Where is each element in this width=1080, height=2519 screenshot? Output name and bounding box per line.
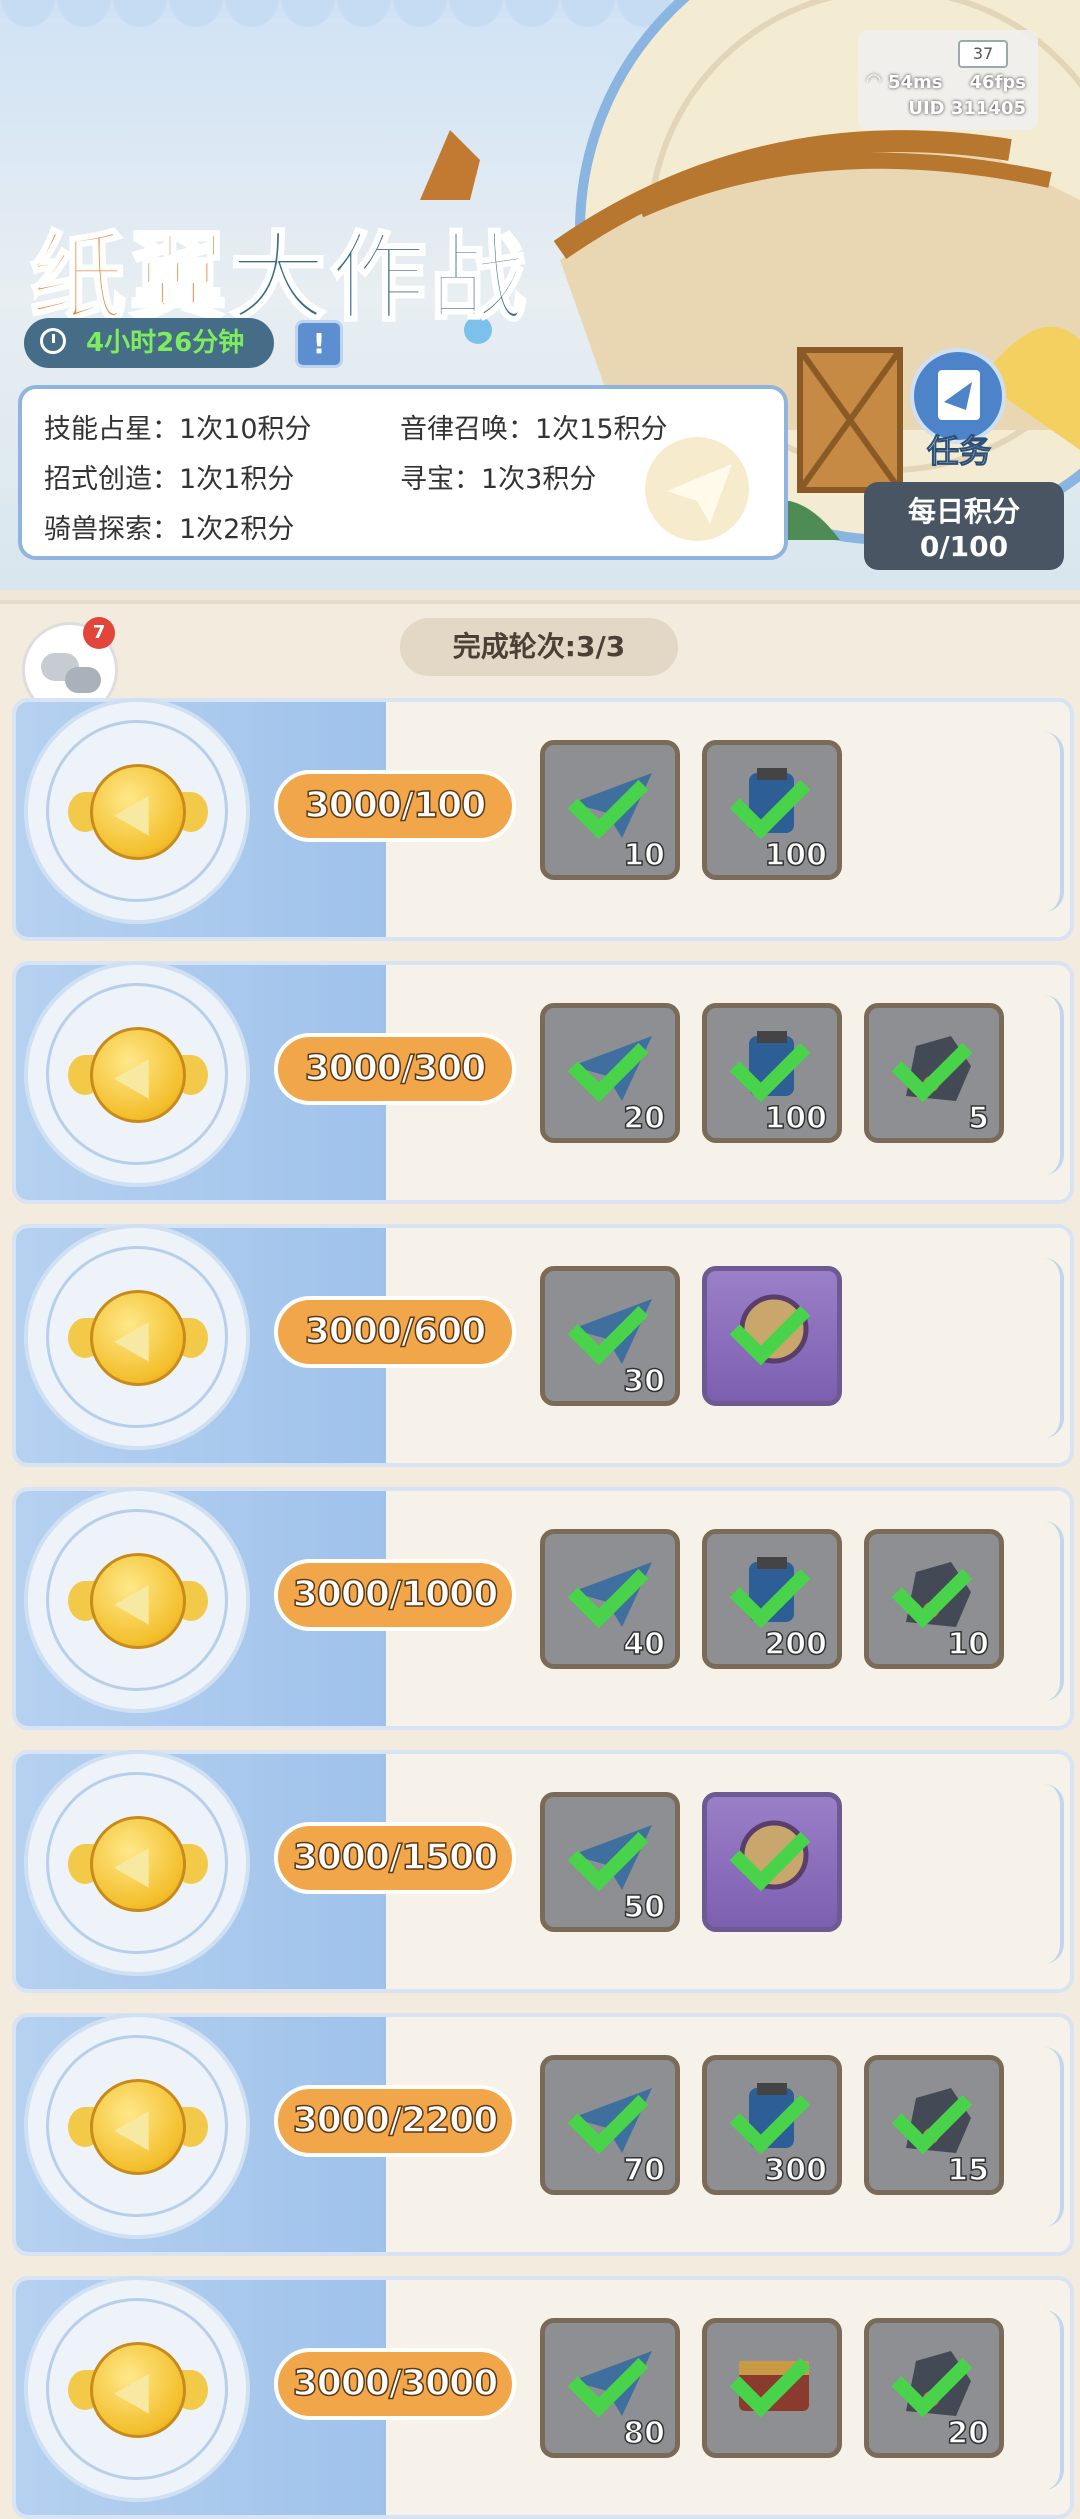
row-decoration [1024,732,1064,912]
row-decoration [1024,2310,1064,2490]
row-decoration [1024,1784,1064,1964]
reward-item-ore[interactable]: 5 [864,1003,1004,1143]
reward-row: 3000/1500 50 [12,1750,1074,1993]
medal-badge [24,698,250,924]
score-progress: 3000/2200 [274,2085,516,2157]
row-decoration [1024,2047,1064,2227]
fps-text: 46fps [969,72,1026,93]
info-button[interactable]: ! [295,320,343,368]
paper-plane-watermark-icon [645,437,749,541]
reward-row: 3000/300 20 100 5 [12,961,1074,1204]
reward-row: 3000/600 30 [12,1224,1074,1467]
task-button[interactable]: 任务 [908,348,1010,478]
reward-item-canister[interactable]: 200 [702,1529,842,1669]
daily-points-label: 每日积分 [907,495,1020,528]
reward-row: 3000/100 10 100 [12,698,1074,941]
item-quantity: 15 [947,2152,990,2189]
item-quantity: 100 [764,1100,828,1137]
reward-item-canister[interactable]: 100 [702,740,842,880]
item-quantity: 70 [623,2152,666,2189]
reward-row: 3000/1000 40 200 10 [12,1487,1074,1730]
reward-item-purple-frame[interactable] [702,1266,842,1406]
rule-skill-astrology: 技能占星：1次10积分 [44,414,312,445]
timer-text: 4小时26分钟 [86,328,245,358]
score-progress: 3000/3000 [274,2348,516,2420]
medal-badge [24,1224,250,1450]
medal-badge [24,1487,250,1713]
item-quantity: 10 [623,837,666,874]
item-quantity: 300 [764,2152,828,2189]
title-part-2: 大作战 [229,221,530,336]
status-overlay: 37 ◠ 54ms 46fps UID 311405 [858,30,1038,130]
item-quantity: 100 [764,837,828,874]
task-label: 任务 [926,432,991,471]
reward-item-plane[interactable]: 20 [540,1003,680,1143]
medal-badge [24,2276,250,2502]
reward-item-canister[interactable]: 300 [702,2055,842,2195]
wifi-icon: ◠ [866,70,882,91]
reward-item-plane[interactable]: 40 [540,1529,680,1669]
reward-item-ore[interactable]: 15 [864,2055,1004,2195]
uid-text: UID 311405 [908,98,1026,119]
item-quantity: 80 [623,2415,666,2452]
item-quantity: 5 [967,1100,989,1137]
medal-badge [24,2013,250,2239]
rule-move-creation: 招式创造：1次1积分 [44,464,295,495]
chat-badge: 7 [83,617,115,649]
daily-points-box: 每日积分 0/100 [864,482,1064,570]
ping-text: 54ms [888,72,943,93]
reward-item-plane[interactable]: 10 [540,740,680,880]
score-progress: 3000/600 [274,1296,516,1368]
score-progress: 3000/100 [274,770,516,842]
reward-row: 3000/2200 70 300 15 [12,2013,1074,2256]
event-header: 37 ◠ 54ms 46fps UID 311405 纸翼大作战 4小时26分钟… [0,0,1080,590]
item-quantity: 200 [764,1626,828,1663]
daily-points-value: 0/100 [919,530,1009,563]
score-rules-panel: 技能占星：1次10积分 音律召唤：1次15积分 招式创造：1次1积分 寻宝：1次… [18,385,788,560]
score-progress: 3000/300 [274,1033,516,1105]
item-quantity: 50 [623,1889,666,1926]
reward-row: 3000/3000 80 20 [12,2276,1074,2519]
rule-treasure-hunt: 寻宝：1次3积分 [400,464,597,495]
medal-badge [24,961,250,1187]
rule-music-summon: 音律召唤：1次15积分 [400,414,668,445]
reward-item-plane[interactable]: 70 [540,2055,680,2195]
medal-badge [24,1750,250,1976]
item-quantity: 20 [623,1100,666,1137]
reward-item-chest[interactable] [702,2318,842,2458]
reward-item-canister[interactable]: 100 [702,1003,842,1143]
item-quantity: 30 [623,1363,666,1400]
item-quantity: 10 [947,1626,990,1663]
rounds-completed: 完成轮次:3/3 [400,618,678,676]
reward-item-plane[interactable]: 80 [540,2318,680,2458]
item-quantity: 40 [623,1626,666,1663]
rule-mount-explore: 骑兽探索：1次2积分 [44,514,295,545]
clock-icon [40,328,66,354]
score-progress: 3000/1000 [274,1559,516,1631]
reward-item-ore[interactable]: 10 [864,1529,1004,1669]
reward-item-purple-skin[interactable] [702,1792,842,1932]
item-quantity: 20 [947,2415,990,2452]
chat-bubble-icon [65,667,101,693]
row-decoration [1024,1521,1064,1701]
battery-icon: 37 [958,40,1008,68]
reward-item-plane[interactable]: 50 [540,1792,680,1932]
row-decoration [1024,995,1064,1175]
score-progress: 3000/1500 [274,1822,516,1894]
countdown-timer: 4小时26分钟 [24,318,274,368]
info-icon: ! [312,327,326,360]
row-decoration [1024,1258,1064,1438]
reward-item-ore[interactable]: 20 [864,2318,1004,2458]
reward-item-plane[interactable]: 30 [540,1266,680,1406]
